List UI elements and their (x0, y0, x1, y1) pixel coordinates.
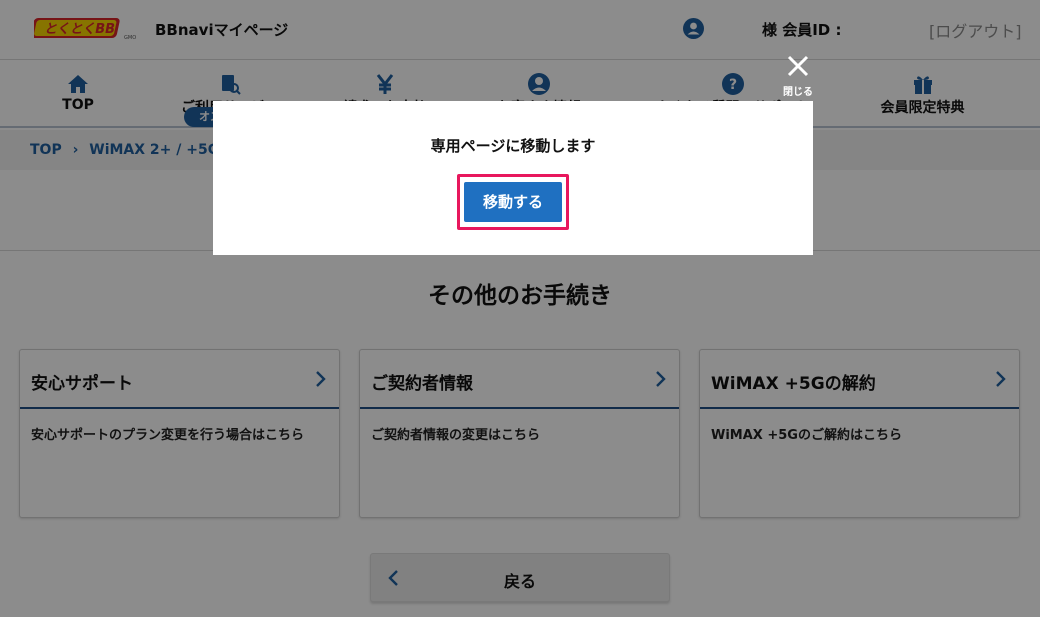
highlight-frame: 移動する (457, 174, 569, 230)
modal-message: 専用ページに移動します (430, 137, 596, 155)
modal-close-button[interactable]: 閉じる (775, 52, 821, 98)
modal-backdrop[interactable] (0, 0, 1040, 617)
close-label: 閉じる (783, 87, 813, 98)
close-icon (787, 55, 809, 77)
redirect-modal: 専用ページに移動します 移動する (213, 101, 813, 255)
move-button[interactable]: 移動する (464, 182, 562, 222)
